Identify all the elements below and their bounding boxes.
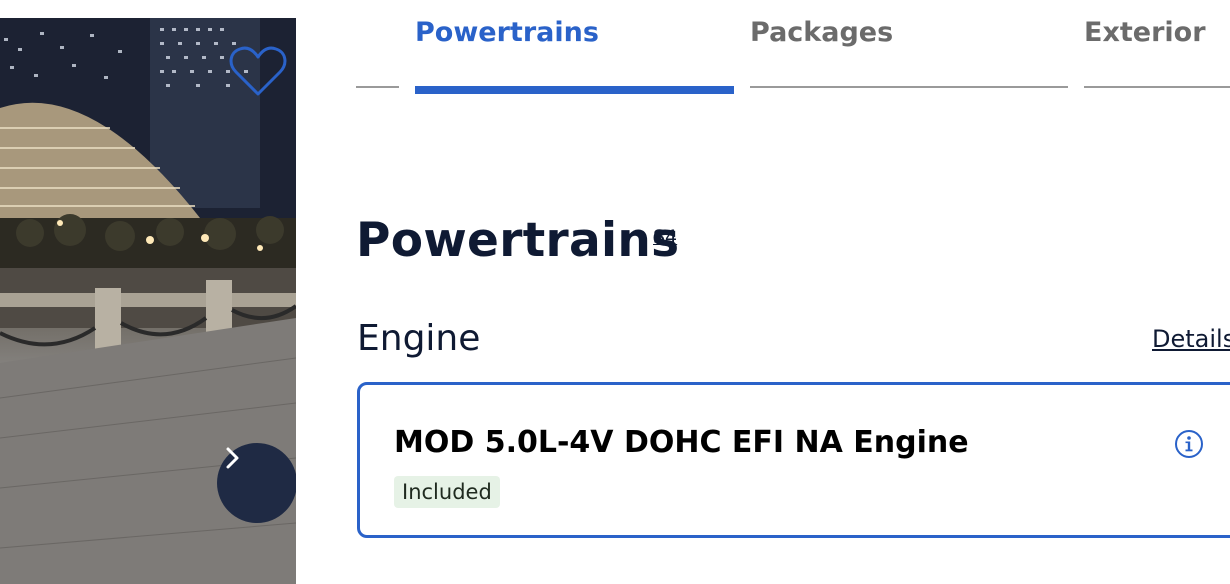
option-info-button[interactable] <box>1173 428 1205 460</box>
category-tabs: Powertrains Packages Exterior <box>356 0 1230 96</box>
option-name: MOD 5.0L-4V DOHC EFI NA Engine <box>394 425 969 460</box>
tab-label: Exterior <box>1084 17 1206 48</box>
tab-active-indicator <box>415 86 734 94</box>
tab-packages[interactable]: Packages <box>750 0 1068 96</box>
page-title: Powertrains <box>356 213 680 268</box>
tab-powertrains[interactable]: Powertrains <box>415 0 734 96</box>
info-circle-icon <box>1175 430 1203 458</box>
chevron-right-icon <box>226 447 239 469</box>
section-title: Engine <box>357 318 481 359</box>
price-badge: Included <box>394 476 500 508</box>
tab-divider <box>356 86 399 88</box>
heart-outline-icon <box>229 46 287 96</box>
favorite-button[interactable] <box>228 44 288 100</box>
details-link[interactable]: Details <box>1152 325 1230 353</box>
tab-underline <box>1084 86 1230 88</box>
tab-exterior[interactable]: Exterior <box>1084 0 1230 96</box>
tab-underline <box>750 86 1068 88</box>
tab-label: Packages <box>750 17 894 48</box>
vehicle-gallery-image <box>0 18 296 584</box>
footnote-link[interactable]: S4 <box>653 226 677 248</box>
tab-label: Powertrains <box>415 17 599 48</box>
engine-option-card[interactable]: MOD 5.0L-4V DOHC EFI NA Engine Included <box>357 382 1230 538</box>
gallery-next-button[interactable] <box>217 443 296 523</box>
